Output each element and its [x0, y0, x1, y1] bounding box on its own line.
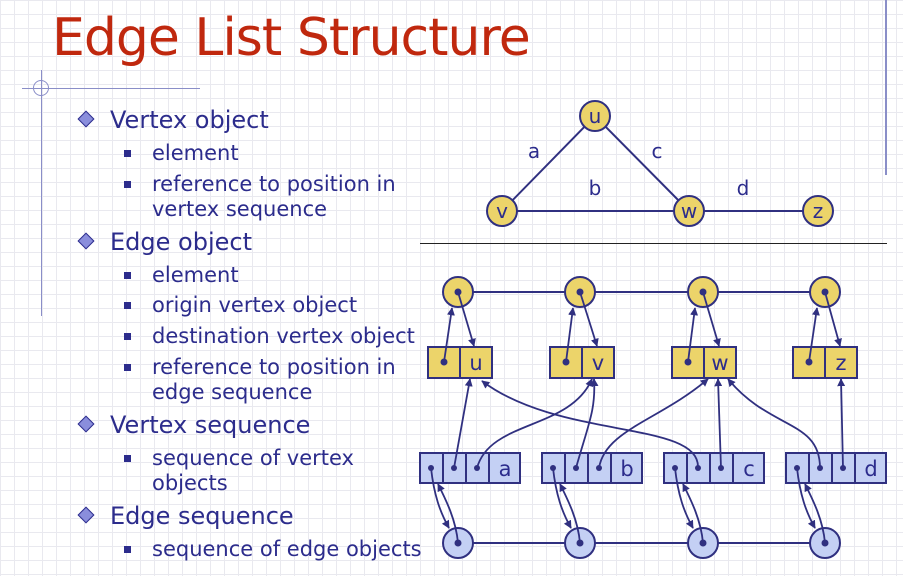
pointer-arrows — [430, 291, 846, 544]
graph-labels: u v w z a b c d — [496, 104, 823, 223]
vertex-object-z — [792, 346, 858, 379]
graph-edge-d-label: d — [737, 176, 750, 200]
edge-list-diagram: u v w z a b c d u v w z a b c d — [419, 100, 887, 559]
edge-object-a-label: a — [499, 457, 512, 481]
vertex-objects — [427, 346, 858, 379]
graph-vertices — [486, 100, 834, 227]
graph — [501, 115, 818, 212]
graph-edge-a — [501, 115, 596, 212]
graph-vertex-w-label: w — [681, 199, 697, 223]
graph-edge-c-label: c — [652, 139, 663, 163]
vertex-object-u-label: u — [469, 351, 482, 375]
graph-edge-b-label: b — [589, 176, 602, 200]
vertex-object-v — [549, 346, 615, 379]
graph-edge-a-label: a — [528, 139, 540, 163]
edge-object-b-label: b — [620, 457, 633, 481]
edge-objects — [419, 452, 887, 484]
graph-vertex-z-label: z — [813, 199, 824, 223]
graph-edge-c — [594, 115, 690, 212]
vertex-object-labels: u v w z — [469, 351, 846, 375]
edge-object-d-label: d — [864, 457, 877, 481]
graph-vertex-v-label: v — [496, 199, 508, 223]
edge-object-c-label: c — [743, 457, 755, 481]
graph-vertex-u-label: u — [589, 104, 602, 128]
vertex-object-w-label: w — [711, 351, 728, 375]
vertex-object-v-label: v — [592, 351, 604, 375]
vertex-object-z-label: z — [835, 351, 846, 375]
